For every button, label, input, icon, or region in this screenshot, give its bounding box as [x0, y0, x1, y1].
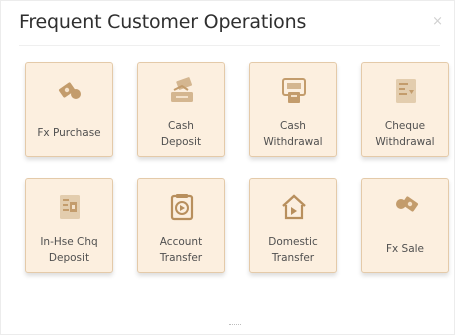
in-house-cheque-deposit-label: In-Hse Chq Deposit — [40, 236, 98, 264]
in-house-cheque-deposit-button[interactable]: In-Hse Chq Deposit — [25, 178, 113, 273]
resize-grip[interactable] — [229, 324, 241, 326]
in-house-cheque-deposit-icon — [56, 193, 84, 221]
cash-withdrawal-label: Cash Withdrawal — [263, 120, 323, 148]
domestic-transfer-button[interactable]: Domestic Transfer — [249, 178, 337, 273]
cash-deposit-label: Cash Deposit — [160, 120, 202, 148]
cheque-withdrawal-button[interactable]: Cheque Withdrawal — [361, 62, 449, 157]
fx-purchase-label: Fx Purchase — [37, 127, 101, 139]
account-transfer-label: Account Transfer — [159, 236, 203, 264]
title-divider — [19, 45, 440, 46]
fx-purchase-icon — [56, 77, 84, 105]
account-transfer-icon — [168, 193, 196, 221]
cash-withdrawal-button[interactable]: Cash Withdrawal — [249, 62, 337, 157]
cheque-withdrawal-label: Cheque Withdrawal — [375, 120, 435, 148]
cheque-withdrawal-icon — [392, 77, 420, 105]
close-icon[interactable]: × — [432, 15, 443, 28]
account-transfer-button[interactable]: Account Transfer — [137, 178, 225, 273]
fx-sale-label: Fx Sale — [385, 243, 425, 255]
frequent-operations-panel: Frequent Customer Operations × Fx Purcha… — [0, 0, 455, 335]
domestic-transfer-icon — [280, 193, 308, 221]
cash-deposit-icon — [168, 77, 196, 105]
cash-deposit-button[interactable]: Cash Deposit — [137, 62, 225, 157]
cash-withdrawal-icon — [280, 77, 308, 105]
panel-title: Frequent Customer Operations — [19, 11, 307, 33]
fx-sale-icon — [392, 193, 420, 221]
domestic-transfer-label: Domestic Transfer — [268, 236, 318, 264]
fx-purchase-button[interactable]: Fx Purchase — [25, 62, 113, 157]
fx-sale-button[interactable]: Fx Sale — [361, 178, 449, 273]
